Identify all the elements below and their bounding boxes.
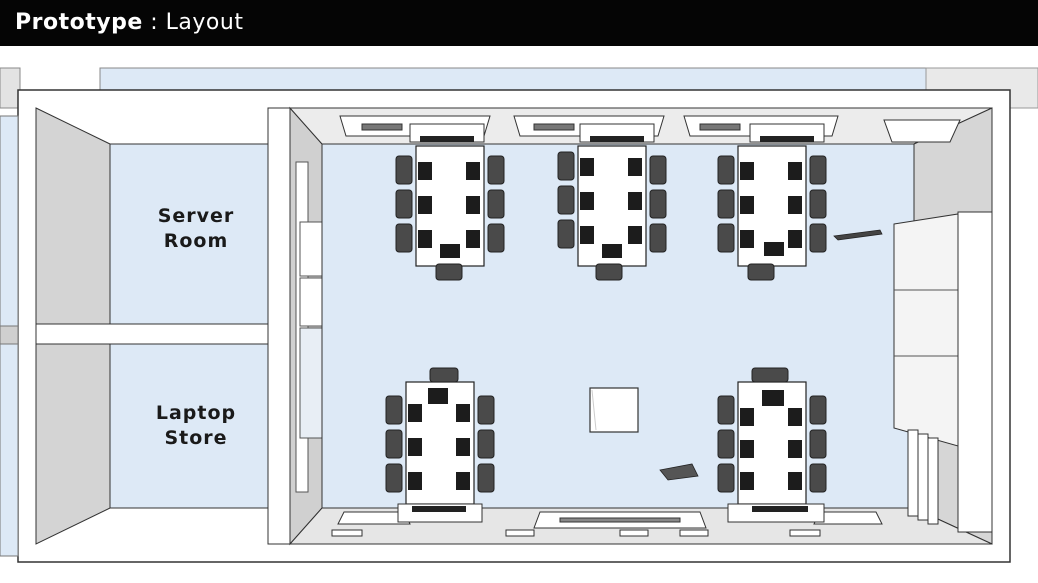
server-room-label: Server Room (146, 204, 246, 254)
server-room-label-line1: Server (157, 205, 235, 227)
laptop-store-label-line2: Store (164, 427, 228, 449)
title-bar: Prototype : Layout (0, 0, 1038, 46)
server-room-label-line2: Room (163, 230, 229, 252)
floor-plan (0, 46, 1038, 583)
title-separator: : (142, 10, 166, 35)
laptop-store-label: Laptop Store (146, 401, 246, 451)
slide-title: Prototype : Layout (15, 8, 243, 38)
title-light: Layout (165, 10, 244, 35)
title-strong: Prototype (15, 10, 143, 35)
laptop-store-label-line1: Laptop (155, 402, 237, 424)
center-cube (589, 387, 639, 433)
